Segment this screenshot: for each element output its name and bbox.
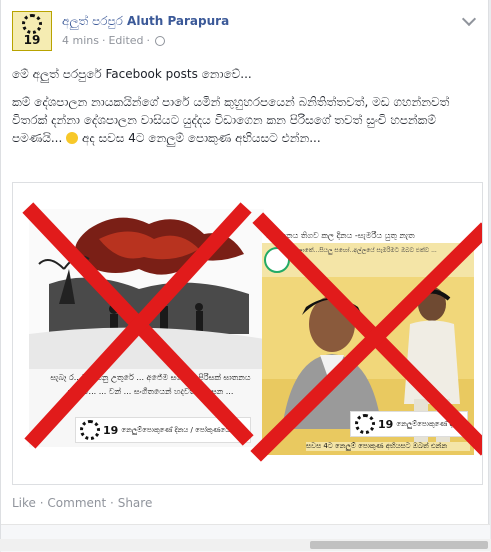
page-name-sinhala: අලුත් පරපුර [62, 14, 123, 28]
share-link[interactable]: Share [118, 496, 153, 510]
edited-label[interactable]: Edited [108, 34, 143, 47]
right-poster: ...ඩිතනය තිගව කල දිනය -සැමරීය යුතු නැත ල… [262, 229, 474, 455]
post-time[interactable]: 4 mins [62, 34, 99, 47]
post-image[interactable]: සැබෑ ර...වන් යනු උතුරේ ... අජේම සහෝ.. පි… [12, 182, 483, 485]
action-separator-2: · [110, 496, 114, 510]
war-scene-image [29, 209, 264, 369]
right-logo-number: 19 [378, 417, 394, 431]
post-text-tail: අද සවස 4ට නෙලුම් පොකුණ අභියසට එන්න... [81, 131, 321, 145]
globe-icon[interactable] [155, 35, 166, 46]
action-separator-1: · [39, 496, 44, 510]
page-avatar[interactable]: 19 [12, 11, 52, 51]
post-meta: 4 mins · Edited · [62, 34, 166, 47]
horizontal-scrollbar[interactable] [0, 539, 491, 551]
right-poster-caption: සවස 4ට නෙලුම් පොකුණ අභියසට ඔබත් එන්න [306, 442, 470, 451]
left-poster: සැබෑ ර...වන් යනු උතුරේ ... අජේම සහෝ.. පි… [29, 209, 264, 447]
scrollbar-thumb[interactable] [310, 541, 488, 549]
left-poster-logo: 19 නෙලුම්පොකුණේ දිනය / පෝකුණයේ දිනය [75, 417, 252, 443]
post-text-body: කම් දේශපාලන නායකයින්ගේ පාරේ යමින් කුහුහර… [12, 93, 476, 147]
gear-logo-icon [80, 420, 100, 440]
left-logo-text: නෙලුම්පොකුණේ දිනය / පෝකුණයේ දිනය [121, 425, 247, 434]
meta-separator: · [101, 34, 106, 47]
gear-logo-icon [22, 14, 42, 34]
page-name: Aluth Parapura [127, 14, 230, 28]
right-poster-logo: 19 නෙලුම්පොකුණේ දිනය [350, 411, 469, 437]
page-name-link[interactable]: අලුත් පරපුර Aluth Parapura [62, 14, 229, 29]
meta-separator-2: · [146, 34, 151, 47]
post-actions: Like · Comment · Share [12, 496, 152, 510]
chevron-down-icon[interactable] [461, 11, 477, 27]
post-text-line-1: මේ අලුත් පරපුරේ Facebook posts නොවේ... [12, 67, 252, 81]
like-link[interactable]: Like [12, 496, 36, 510]
right-logo-text: නෙලුම්පොකුණේ දිනය [396, 419, 464, 428]
smile-emoji-icon [66, 132, 79, 144]
gear-logo-icon [355, 414, 375, 434]
avatar-number: 19 [23, 33, 41, 47]
comment-link[interactable]: Comment [47, 496, 106, 510]
left-poster-caption: සැබෑ ර...වන් යනු උතුරේ ... අජේම සහෝ.. පි… [50, 373, 251, 396]
post-card: 19 අලුත් පරපුර Aluth Parapura 4 mins · E… [0, 0, 490, 552]
left-logo-number: 19 [103, 423, 119, 437]
